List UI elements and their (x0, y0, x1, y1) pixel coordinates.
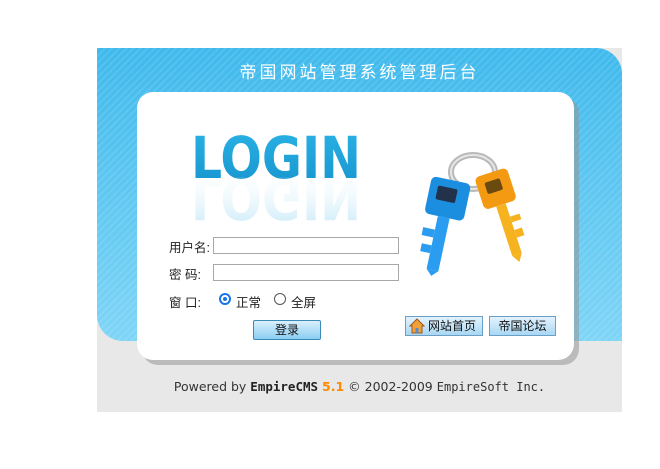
window-label: 窗 口: (169, 296, 201, 310)
forum-link-button[interactable]: 帝国论坛 (489, 316, 556, 336)
radio-fullscreen-label: 全屏 (291, 296, 317, 310)
footer: Powered by EmpireCMS 5.1 © 2002-2009 Emp… (97, 379, 622, 394)
password-label: 密 码: (169, 268, 201, 282)
username-label: 用户名: (169, 241, 210, 255)
home-link-label: 网站首页 (428, 319, 477, 333)
footer-brand: EmpireCMS (250, 379, 319, 394)
keys-icon (420, 152, 525, 276)
home-link-button[interactable]: 网站首页 (405, 316, 483, 336)
username-input[interactable] (213, 237, 399, 254)
footer-company: EmpireSoft Inc. (436, 380, 546, 394)
home-icon (409, 318, 425, 334)
radio-normal-label: 正常 (236, 296, 262, 310)
footer-version: 5.1 (322, 379, 345, 394)
footer-copyright: © 2002-2009 (348, 379, 433, 394)
radio-normal[interactable] (219, 293, 231, 305)
radio-fullscreen[interactable] (274, 293, 286, 305)
login-logo-reflection: LOGIN (191, 164, 361, 230)
login-frame: 帝国网站管理系统管理后台 LOGIN LOGIN 用户名: 密 码: 窗 口: … (97, 48, 622, 412)
login-card: LOGIN LOGIN 用户名: 密 码: 窗 口: 正常 全屏 登录 网站首页… (137, 92, 574, 360)
page-title: 帝国网站管理系统管理后台 (239, 63, 480, 83)
footer-powered: Powered by (173, 379, 247, 394)
login-button[interactable]: 登录 (253, 320, 321, 340)
login-logo: LOGIN LOGIN (191, 124, 361, 230)
password-input[interactable] (213, 264, 399, 281)
